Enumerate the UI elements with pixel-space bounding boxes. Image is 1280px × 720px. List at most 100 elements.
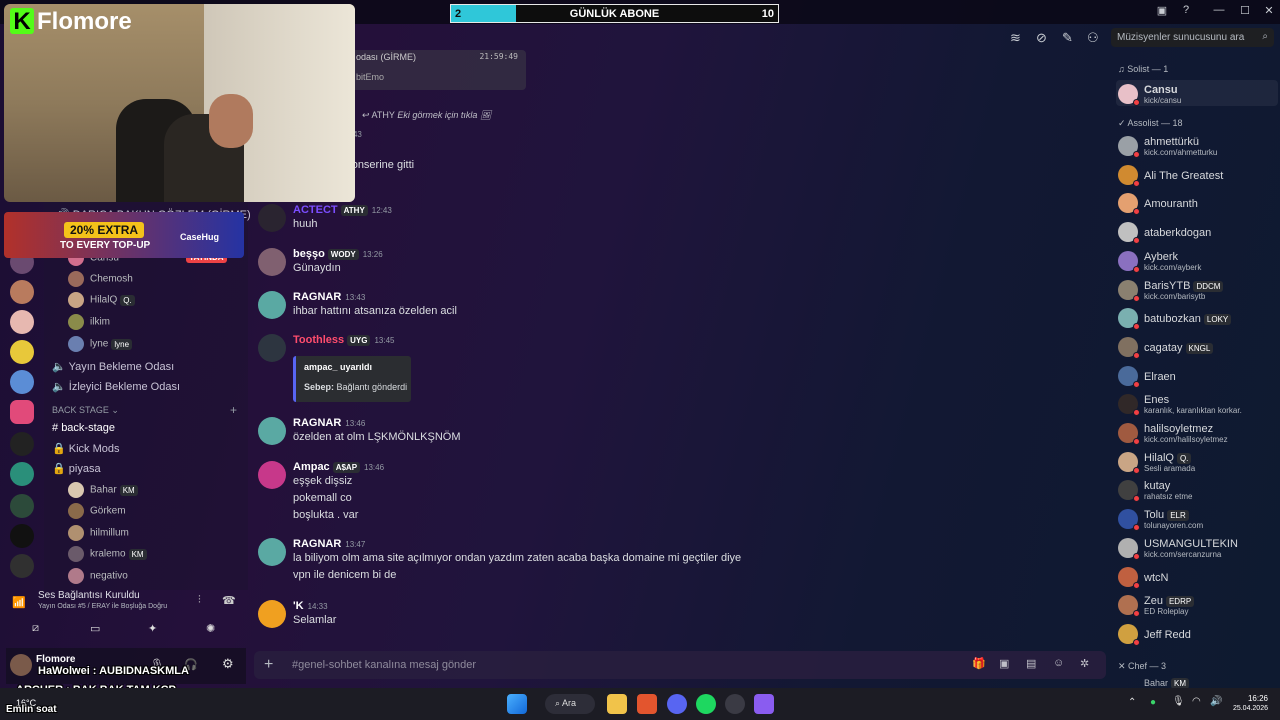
voice-user[interactable]: negativo bbox=[68, 568, 128, 588]
member-item[interactable]: USMANGULTEKIN kick.com/sercanzurna bbox=[1116, 534, 1278, 560]
server-icon[interactable] bbox=[10, 400, 34, 424]
help-icon[interactable]: ? bbox=[1177, 4, 1195, 16]
message-author[interactable]: Toothless UYG 13:45 bbox=[293, 334, 395, 346]
disconnect-icon[interactable]: ☎ bbox=[222, 594, 236, 607]
apps-icon[interactable]: ✲ bbox=[1080, 657, 1089, 670]
obs-icon[interactable] bbox=[725, 694, 745, 714]
member-item[interactable]: Ayberk kick.com/ayberk bbox=[1116, 247, 1278, 273]
member-item[interactable]: Enes karanlık, karanlıktan korkar. bbox=[1116, 390, 1278, 417]
member-item[interactable]: kutay rahatsız etme bbox=[1116, 476, 1278, 503]
member-item[interactable]: wtcN bbox=[1116, 563, 1278, 589]
screen-share-icon[interactable]: ▭ bbox=[90, 622, 100, 635]
spotify-icon[interactable] bbox=[696, 694, 716, 714]
message-author[interactable]: beşşo WODY 13:26 bbox=[293, 248, 383, 260]
voice-user[interactable]: hilmillum bbox=[68, 525, 129, 545]
member-item[interactable]: Zeu EDRP ED Roleplay bbox=[1116, 591, 1278, 618]
voice-user[interactable]: Görkem bbox=[68, 503, 126, 523]
member-item[interactable]: Jeff Redd bbox=[1116, 620, 1278, 646]
start-icon[interactable] bbox=[507, 694, 527, 714]
voice-user[interactable]: Bahar KM bbox=[68, 482, 138, 502]
server-icon[interactable] bbox=[10, 310, 34, 334]
add-attachment-icon[interactable]: + bbox=[264, 656, 273, 674]
message-author[interactable]: RAGNAR 13:43 bbox=[293, 291, 365, 303]
member-item[interactable]: halilsoyletmez kick.com/halilsoyletmez bbox=[1116, 419, 1278, 445]
members-icon[interactable]: ⚇ bbox=[1087, 30, 1099, 46]
voice-channel[interactable]: 🔈 İzleyici Bekleme Odası bbox=[52, 380, 180, 398]
avatar[interactable] bbox=[10, 654, 32, 676]
brave-icon[interactable] bbox=[637, 694, 657, 714]
member-item[interactable]: cagatay KNGL bbox=[1116, 333, 1278, 359]
message-author[interactable]: RAGNAR 13:47 bbox=[293, 538, 365, 550]
member-item[interactable]: Tolu ELR tolunayoren.com bbox=[1116, 505, 1278, 532]
server-icon[interactable] bbox=[10, 494, 34, 518]
member-item[interactable]: batubozkan LOKY bbox=[1116, 304, 1278, 331]
avatar[interactable] bbox=[258, 417, 286, 445]
server-icon[interactable] bbox=[10, 432, 34, 456]
voice-user[interactable]: Chemosh bbox=[68, 271, 133, 291]
noise-icon[interactable]: ⫶ bbox=[198, 594, 201, 607]
member-item[interactable]: ahmettürkü kick.com/ahmetturku bbox=[1116, 132, 1278, 158]
voice-user[interactable]: kralemo KM bbox=[68, 546, 147, 566]
gif-icon[interactable]: ▣ bbox=[999, 657, 1009, 670]
voice-channel[interactable]: 🔈 Yayın Bekleme Odası bbox=[52, 360, 174, 378]
file-explorer-icon[interactable] bbox=[607, 694, 627, 714]
camera-off-icon[interactable]: ⧄ bbox=[32, 622, 39, 635]
category-back-stage[interactable]: BACK STAGE ⌄ bbox=[52, 405, 119, 423]
server-icon[interactable] bbox=[10, 524, 34, 548]
member-item[interactable]: ataberkdogan bbox=[1116, 218, 1278, 245]
sticker-icon[interactable]: ▤ bbox=[1026, 657, 1036, 670]
minimize-button[interactable]: — bbox=[1210, 4, 1228, 16]
inbox-icon[interactable]: ▣ bbox=[1153, 4, 1171, 17]
text-channel-kick-mods[interactable]: 🔒 Kick Mods bbox=[52, 442, 120, 460]
voice-channel-piyasa[interactable]: 🔒 piyasa bbox=[52, 462, 101, 480]
avatar[interactable] bbox=[258, 248, 286, 276]
pin-icon[interactable]: ✎ bbox=[1062, 30, 1073, 46]
voice-user[interactable]: lyne lyne bbox=[68, 336, 133, 356]
server-search-input[interactable]: Müzisyenler sunucusunu ara ⌕ bbox=[1111, 28, 1274, 47]
avatar[interactable] bbox=[258, 538, 286, 566]
avatar[interactable] bbox=[258, 461, 286, 489]
member-item[interactable]: Amouranth bbox=[1116, 189, 1278, 216]
message-author[interactable]: ACTECT ATHY 12:43 bbox=[293, 204, 392, 216]
tray-status-icon[interactable]: ● bbox=[1150, 697, 1156, 708]
avatar[interactable] bbox=[258, 204, 286, 232]
close-button[interactable]: ✕ bbox=[1260, 4, 1278, 17]
taskbar-search[interactable]: ⌕ Ara bbox=[545, 694, 595, 714]
message-author[interactable]: Ampac A$AP 13:46 bbox=[293, 461, 384, 473]
volume-icon[interactable]: 🔊 bbox=[1210, 696, 1222, 707]
clock-time[interactable]: 16:26 bbox=[1236, 694, 1268, 703]
settings-icon[interactable]: ⚙ bbox=[222, 656, 234, 672]
add-channel-icon[interactable]: + bbox=[230, 403, 237, 417]
mute-icon[interactable]: ⊘ bbox=[1036, 30, 1047, 46]
server-icon[interactable] bbox=[10, 370, 34, 394]
member-item[interactable]: Cansu kick/cansu bbox=[1116, 80, 1278, 106]
member-item[interactable]: HilalQ Q. Sesli aramada bbox=[1116, 448, 1278, 474]
server-icon[interactable] bbox=[10, 280, 34, 304]
clock-date[interactable]: 25.04.2026 bbox=[1224, 705, 1268, 712]
soundboard-icon[interactable]: ✺ bbox=[206, 622, 215, 635]
message-author[interactable]: RAGNAR 13:46 bbox=[293, 417, 365, 429]
app-icon[interactable] bbox=[754, 694, 774, 714]
emoji-icon[interactable]: ☺ bbox=[1053, 657, 1064, 669]
discord-icon[interactable] bbox=[667, 694, 687, 714]
avatar[interactable] bbox=[258, 291, 286, 319]
voice-user[interactable]: ilkim bbox=[68, 314, 110, 334]
member-item[interactable]: Ali The Greatest bbox=[1116, 161, 1278, 187]
message-input[interactable]: #genel-sohbet kanalına mesaj gönder bbox=[292, 659, 476, 671]
avatar[interactable] bbox=[258, 334, 286, 362]
maximize-button[interactable]: ☐ bbox=[1236, 4, 1254, 17]
member-item[interactable]: Elraen bbox=[1116, 362, 1278, 388]
server-icon[interactable] bbox=[10, 462, 34, 486]
message-author[interactable]: 'K 14:33 bbox=[293, 600, 328, 612]
member-item[interactable]: BarisYTB DDCM kick.com/barisytb bbox=[1116, 276, 1278, 302]
voice-user[interactable]: HilalQ Q. bbox=[68, 292, 135, 312]
member-item[interactable]: Bahar KM bbox=[1144, 678, 1190, 689]
server-icon[interactable] bbox=[10, 340, 34, 364]
reply-hint[interactable]: ↩ ATHY Eki görmek için tıkla 🖼 bbox=[362, 110, 491, 121]
gift-icon[interactable]: 🎁 bbox=[972, 657, 986, 670]
activities-icon[interactable]: ✦ bbox=[148, 622, 157, 635]
tray-chevron-icon[interactable]: ⌃ bbox=[1128, 697, 1136, 708]
avatar[interactable] bbox=[258, 600, 286, 628]
text-channel-back-stage[interactable]: # back-stage bbox=[52, 422, 115, 440]
wifi-icon[interactable]: ◠ bbox=[1192, 696, 1201, 707]
